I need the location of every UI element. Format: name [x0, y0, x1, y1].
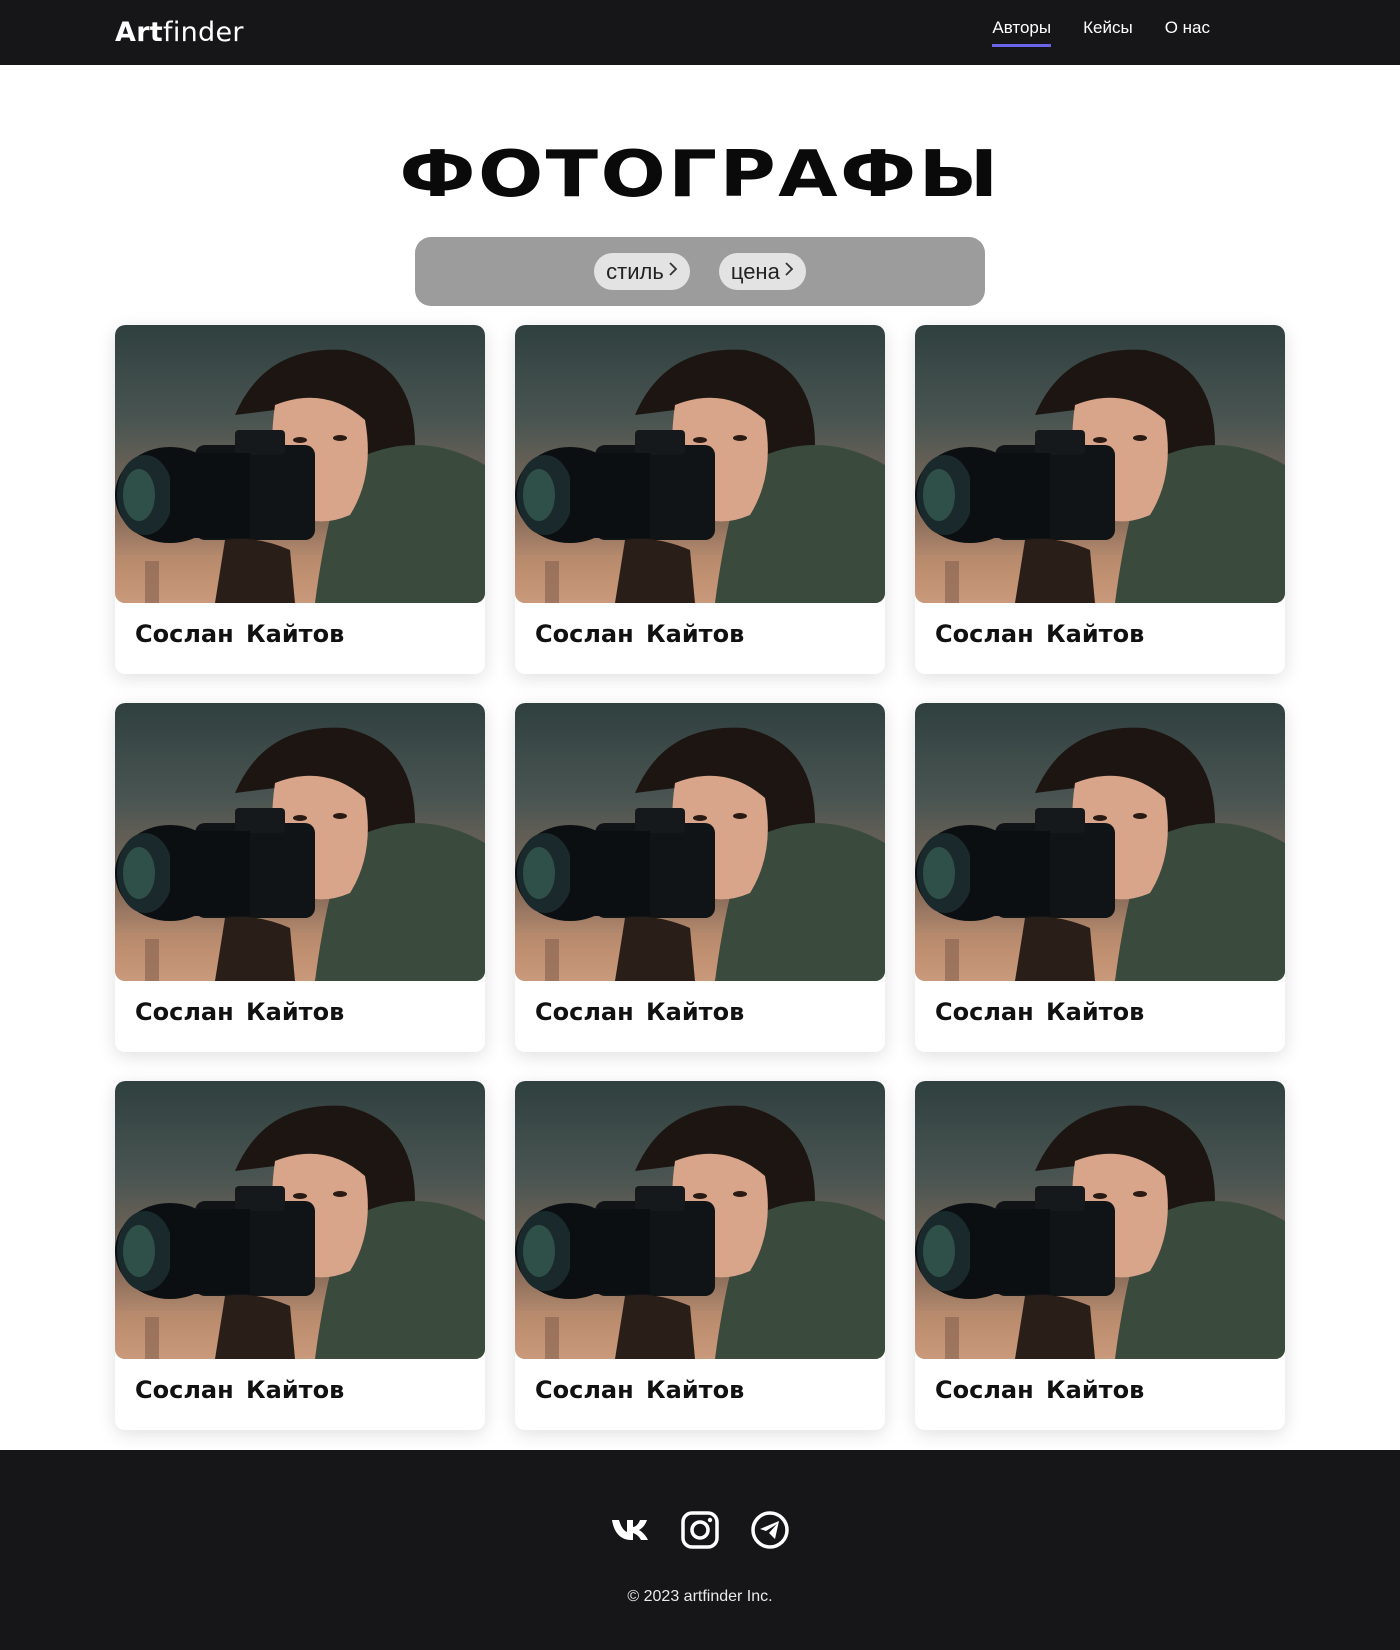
- nav-item-about[interactable]: О нас: [1165, 18, 1210, 47]
- main-nav: Авторы Кейсы О нас: [992, 18, 1210, 47]
- social-links: [0, 1510, 1400, 1550]
- photographer-photo: [115, 703, 485, 981]
- photographer-name: Сослан Кайтов: [935, 998, 1145, 1026]
- photographer-card[interactable]: Сослан Кайтов: [115, 703, 485, 1052]
- telegram-icon[interactable]: [750, 1510, 790, 1550]
- photographer-photo: [515, 703, 885, 981]
- vk-icon[interactable]: [610, 1510, 650, 1550]
- photographer-card[interactable]: Сослан Кайтов: [115, 325, 485, 674]
- photographer-name: Сослан Кайтов: [535, 1376, 745, 1404]
- photographer-photo: [515, 1081, 885, 1359]
- photographer-name: Сослан Кайтов: [135, 1376, 345, 1404]
- photographer-name: Сослан Кайтов: [135, 998, 345, 1026]
- nav-item-authors[interactable]: Авторы: [992, 18, 1052, 47]
- photographer-card[interactable]: Сослан Кайтов: [515, 325, 885, 674]
- photographer-photo: [915, 325, 1285, 603]
- site-header: Artfinder Авторы Кейсы О нас: [0, 0, 1400, 65]
- photographer-illustration: [115, 1105, 485, 1359]
- filter-price-label: цена: [730, 258, 780, 284]
- photographer-illustration: [915, 1105, 1285, 1359]
- photographer-name: Сослан Кайтов: [535, 998, 745, 1026]
- photographer-card[interactable]: Сослан Кайтов: [915, 325, 1285, 674]
- copyright: © 2023 artfinder Inc.: [627, 1588, 773, 1605]
- photographer-illustration: [915, 349, 1285, 603]
- logo-regular: finder: [163, 17, 244, 48]
- photographer-illustration: [515, 1105, 885, 1359]
- photographer-name: Сослан Кайтов: [935, 1376, 1145, 1404]
- filter-style-button[interactable]: стиль: [594, 253, 690, 290]
- filter-style-label: стиль: [606, 258, 664, 284]
- nav-item-cases[interactable]: Кейсы: [1083, 18, 1133, 47]
- photographer-photo: [115, 325, 485, 603]
- page-title: ФОТОГРАФЫ: [399, 138, 1001, 212]
- filter-price-button[interactable]: цена: [718, 253, 806, 290]
- logo[interactable]: Artfinder: [115, 17, 244, 48]
- photographers-grid: Сослан Кайтов Сослан Кайтов Сослан Кайто…: [115, 325, 1285, 1430]
- photographer-photo: [115, 1081, 485, 1359]
- logo-bold: Art: [115, 17, 164, 48]
- photographer-card[interactable]: Сослан Кайтов: [915, 1081, 1285, 1430]
- photographer-photo: [515, 325, 885, 603]
- photographer-name: Сослан Кайтов: [135, 620, 345, 648]
- chevron-right-icon: [784, 260, 794, 283]
- photographer-illustration: [515, 727, 885, 981]
- photographer-card[interactable]: Сослан Кайтов: [115, 1081, 485, 1430]
- photographer-illustration: [115, 349, 485, 603]
- chevron-right-icon: [668, 260, 678, 283]
- photographer-card[interactable]: Сослан Кайтов: [515, 1081, 885, 1430]
- filter-bar: стиль цена: [415, 237, 985, 306]
- photographer-illustration: [915, 727, 1285, 981]
- photographer-name: Сослан Кайтов: [535, 620, 745, 648]
- site-footer: © 2023 artfinder Inc.: [0, 1450, 1400, 1650]
- photographer-photo: [915, 1081, 1285, 1359]
- instagram-icon[interactable]: [680, 1510, 720, 1550]
- photographer-card[interactable]: Сослан Кайтов: [515, 703, 885, 1052]
- photographer-photo: [915, 703, 1285, 981]
- photographer-illustration: [515, 349, 885, 603]
- photographer-illustration: [115, 727, 485, 981]
- photographer-card[interactable]: Сослан Кайтов: [915, 703, 1285, 1052]
- photographer-name: Сослан Кайтов: [935, 620, 1145, 648]
